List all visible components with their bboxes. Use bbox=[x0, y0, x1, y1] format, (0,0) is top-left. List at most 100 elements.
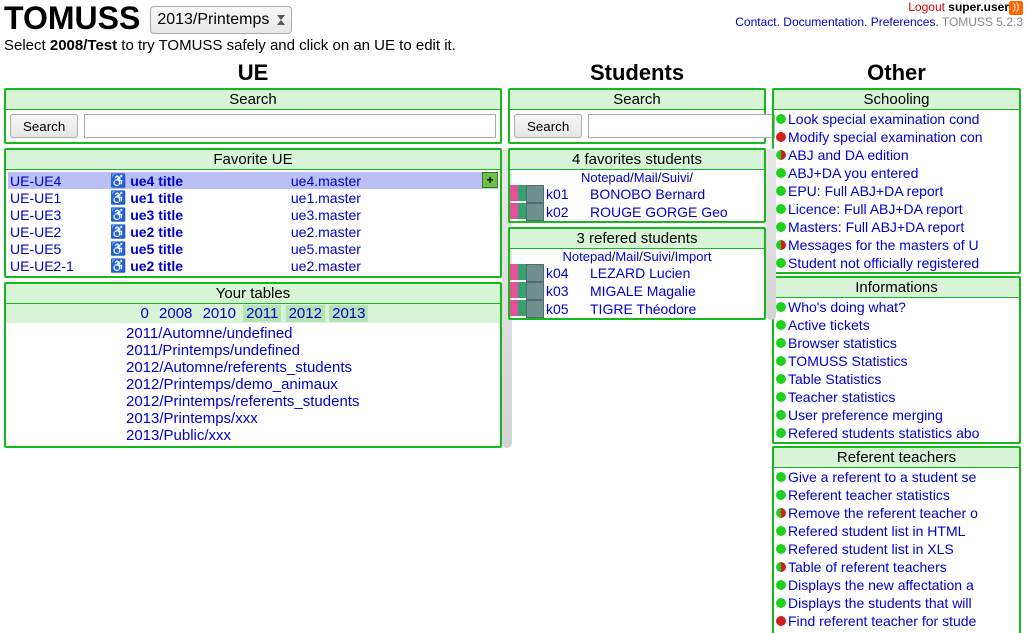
other-link[interactable]: Refered student list in XLS bbox=[788, 541, 954, 557]
other-row[interactable]: ABJ+DA you entered bbox=[776, 164, 1017, 182]
other-link[interactable]: Who's doing what? bbox=[788, 299, 906, 315]
student-row[interactable]: k05TIGRE Théodore bbox=[510, 300, 764, 318]
student-id-link[interactable]: k03 bbox=[546, 283, 590, 299]
ue-code-link[interactable]: UE-UE5 bbox=[10, 241, 61, 257]
ue-code-link[interactable]: UE-UE2 bbox=[10, 224, 61, 240]
your-table-link[interactable]: 2012/Printemps/referents_students bbox=[6, 393, 500, 410]
rss-icon[interactable]: )) bbox=[1009, 1, 1023, 15]
student-id-link[interactable]: k05 bbox=[546, 301, 590, 317]
year-link[interactable]: 2008 bbox=[156, 305, 195, 322]
other-row[interactable]: Active tickets bbox=[776, 316, 1017, 334]
ue-title-link[interactable]: ue4 title bbox=[130, 173, 183, 189]
other-link[interactable]: ABJ+DA you entered bbox=[788, 165, 918, 181]
student-sublink[interactable]: Notepad bbox=[581, 170, 630, 185]
other-row[interactable]: Who's doing what? bbox=[776, 298, 1017, 316]
year-link[interactable]: 2013 bbox=[329, 305, 368, 322]
documentation-link[interactable]: Documentation. bbox=[783, 15, 867, 29]
other-row[interactable]: ABJ and DA edition bbox=[776, 146, 1017, 164]
year-link[interactable]: 0 bbox=[138, 305, 152, 322]
ue-master-link[interactable]: ue2.master bbox=[291, 258, 361, 274]
ue-master-link[interactable]: ue1.master bbox=[291, 190, 361, 206]
student-id-link[interactable]: k01 bbox=[546, 186, 590, 202]
other-link[interactable]: User preference merging bbox=[788, 407, 943, 423]
other-link[interactable]: Give a referent to a student se bbox=[788, 469, 976, 485]
favorite-ue-row[interactable]: UE-UE5♿ue5 titleue5.master bbox=[8, 240, 498, 257]
student-row[interactable]: k03MIGALE Magalie bbox=[510, 282, 764, 300]
other-row[interactable]: Find referent teacher for stude bbox=[776, 612, 1017, 630]
other-row[interactable]: Refered student list in HTML bbox=[776, 522, 1017, 540]
year-link[interactable]: 2010 bbox=[200, 305, 239, 322]
ue-code-link[interactable]: UE-UE3 bbox=[10, 207, 61, 223]
ue-title-link[interactable]: ue1 title bbox=[130, 190, 183, 206]
other-row[interactable]: Student not officially registered bbox=[776, 254, 1017, 272]
other-link[interactable]: Refered student list in HTML bbox=[788, 523, 965, 539]
favorite-ue-row[interactable]: UE-UE3♿ue3 titleue3.master bbox=[8, 206, 498, 223]
year-link[interactable]: 2011 bbox=[243, 305, 281, 322]
student-sublink[interactable]: Notepad bbox=[563, 249, 612, 264]
student-name-link[interactable]: BONOBO Bernard bbox=[590, 186, 764, 202]
student-id-link[interactable]: k04 bbox=[546, 265, 590, 281]
other-row[interactable]: Modify special examination con bbox=[776, 128, 1017, 146]
other-row[interactable]: Browser statistics bbox=[776, 334, 1017, 352]
your-table-link[interactable]: 2013/Printemps/xxx bbox=[6, 410, 500, 427]
other-row[interactable]: Masters: Full ABJ+DA report bbox=[776, 218, 1017, 236]
other-link[interactable]: Active tickets bbox=[788, 317, 870, 333]
other-link[interactable]: Displays the students that will bbox=[788, 595, 972, 611]
ue-code-link[interactable]: UE-UE1 bbox=[10, 190, 61, 206]
other-link[interactable]: Licence: Full ABJ+DA report bbox=[788, 201, 963, 217]
other-link[interactable]: Teacher statistics bbox=[788, 389, 895, 405]
favorite-ue-row[interactable]: UE-UE2♿ue2 titleue2.master bbox=[8, 223, 498, 240]
other-row[interactable]: Give a referent to a student se bbox=[776, 468, 1017, 486]
ue-master-link[interactable]: ue2.master bbox=[291, 224, 361, 240]
other-row[interactable]: Remove the referent teacher o bbox=[776, 504, 1017, 522]
student-id-link[interactable]: k02 bbox=[546, 204, 590, 220]
student-sublink[interactable]: Import bbox=[675, 249, 712, 264]
other-link[interactable]: Referent teacher statistics bbox=[788, 487, 950, 503]
student-row[interactable]: k04LEZARD Lucien bbox=[510, 264, 764, 282]
other-link[interactable]: Look special examination cond bbox=[788, 111, 979, 127]
student-sublink[interactable]: Suivi bbox=[661, 170, 689, 185]
ue-master-link[interactable]: ue5.master bbox=[291, 241, 361, 257]
other-row[interactable]: Displays the new affectation a bbox=[776, 576, 1017, 594]
other-link[interactable]: Find referent teacher for stude bbox=[788, 613, 976, 629]
ue-code-link[interactable]: UE-UE2-1 bbox=[10, 258, 74, 274]
students-search-button[interactable]: Search bbox=[514, 114, 582, 138]
student-sublink[interactable]: Mail bbox=[615, 249, 639, 264]
other-row[interactable]: Messages for the masters of U bbox=[776, 236, 1017, 254]
student-name-link[interactable]: ROUGE GORGE Geo bbox=[590, 204, 764, 220]
ue-search-button[interactable]: Search bbox=[10, 114, 78, 138]
other-row[interactable]: Referent teacher statistics bbox=[776, 486, 1017, 504]
students-scrollbar[interactable] bbox=[766, 148, 776, 320]
other-link[interactable]: EPU: Full ABJ+DA report bbox=[788, 183, 943, 199]
favorite-ue-row[interactable]: UE-UE1♿ue1 titleue1.master bbox=[8, 189, 498, 206]
ue-master-link[interactable]: ue3.master bbox=[291, 207, 361, 223]
other-link[interactable]: Table of referent teachers bbox=[788, 559, 947, 575]
ue-title-link[interactable]: ue5 title bbox=[130, 241, 183, 257]
student-row[interactable]: k02ROUGE GORGE Geo bbox=[510, 203, 764, 221]
semester-select[interactable]: 2013/Printemps bbox=[150, 6, 292, 34]
other-link[interactable]: TOMUSS Statistics bbox=[788, 353, 908, 369]
other-link[interactable]: Refered students statistics abo bbox=[788, 425, 979, 441]
student-name-link[interactable]: LEZARD Lucien bbox=[590, 265, 764, 281]
other-row[interactable]: Teacher statistics bbox=[776, 388, 1017, 406]
other-link[interactable]: ABJ and DA edition bbox=[788, 147, 909, 163]
add-favorite-icon[interactable]: + bbox=[482, 172, 498, 188]
other-row[interactable]: User preference merging bbox=[776, 406, 1017, 424]
other-row[interactable]: Table of referent teachers bbox=[776, 558, 1017, 576]
student-name-link[interactable]: MIGALE Magalie bbox=[590, 283, 764, 299]
other-link[interactable]: Messages for the masters of U bbox=[788, 237, 979, 253]
students-search-input[interactable] bbox=[588, 114, 775, 138]
your-table-link[interactable]: 2012/Printemps/demo_animaux bbox=[6, 376, 500, 393]
other-row[interactable]: Table Statistics bbox=[776, 370, 1017, 388]
logout-link[interactable]: Logout bbox=[908, 0, 945, 14]
other-row[interactable]: Displays the students that will bbox=[776, 594, 1017, 612]
other-link[interactable]: Masters: Full ABJ+DA report bbox=[788, 219, 964, 235]
ue-search-input[interactable] bbox=[84, 114, 496, 138]
preferences-link[interactable]: Preferences. bbox=[871, 15, 939, 29]
student-sublink[interactable]: Suivi bbox=[643, 249, 671, 264]
your-table-link[interactable]: 2012/Automne/referents_students bbox=[6, 359, 500, 376]
ue-master-link[interactable]: ue4.master bbox=[291, 173, 361, 189]
your-table-link[interactable]: 2011/Automne/undefined bbox=[6, 325, 500, 342]
other-link[interactable]: Modify special examination con bbox=[788, 129, 983, 145]
ue-title-link[interactable]: ue2 title bbox=[130, 258, 183, 274]
